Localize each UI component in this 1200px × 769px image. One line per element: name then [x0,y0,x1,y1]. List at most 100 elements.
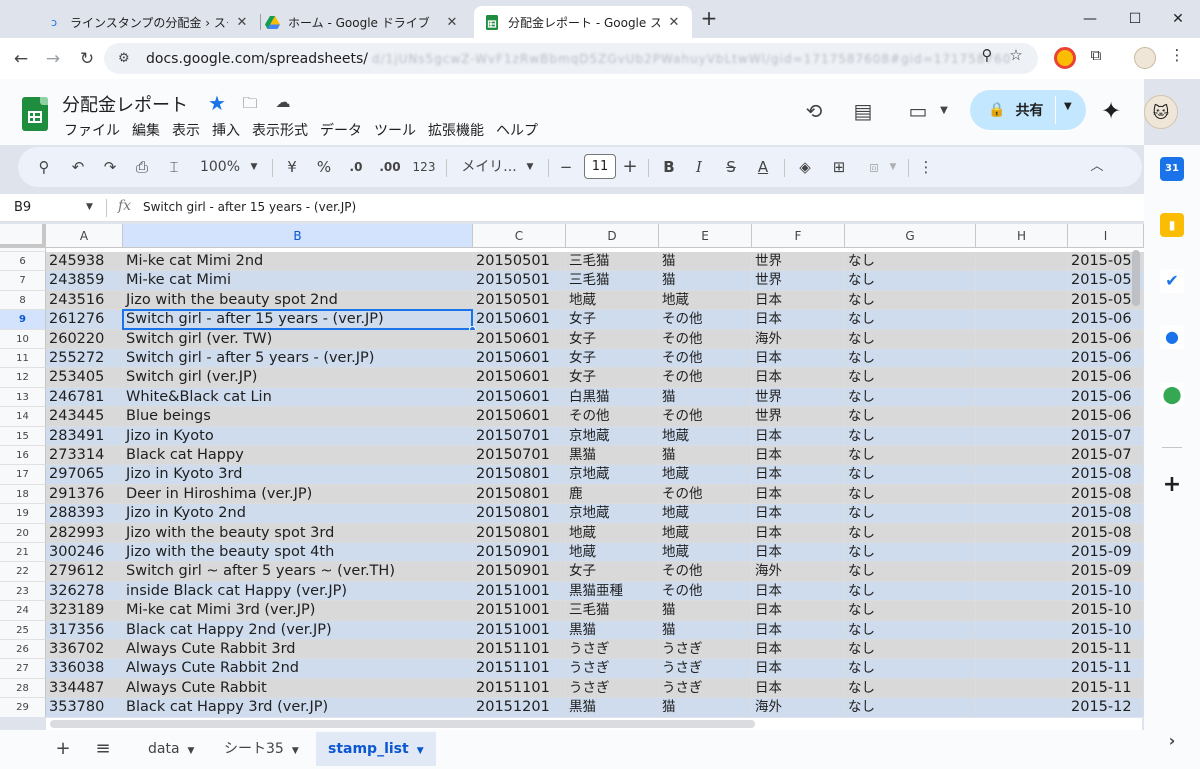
cell-c[interactable]: 20150601 [473,349,566,369]
cell-c[interactable]: 20150701 [473,426,566,446]
cloud-status-icon[interactable]: ☁ [272,93,294,115]
extension-icon[interactable] [1054,47,1076,69]
row-header[interactable]: 8 [0,290,46,311]
cell-d[interactable]: 女子 [566,562,659,582]
chevron-down-icon[interactable]: ▼ [86,202,93,212]
cell-b[interactable]: inside Black cat Happy (ver.JP) [123,581,473,602]
cell-b[interactable]: Blue beings [123,407,473,427]
back-button[interactable]: ← [8,46,34,72]
row-header[interactable]: 19 [0,504,46,524]
cell-f[interactable]: 世界 [752,387,845,408]
cell-b[interactable]: Switch girl (ver.JP) [123,368,473,388]
get-addons-button[interactable]: + [1160,473,1184,497]
row-header[interactable]: 21 [0,543,46,563]
cell-g[interactable]: なし [845,484,976,505]
cell-f[interactable]: 日本 [752,504,845,524]
cell-h[interactable] [976,484,1068,505]
cell-d[interactable]: 京地蔵 [566,426,659,446]
cell-a[interactable]: 261276 [46,310,123,330]
menu-edit[interactable]: 編集 [126,120,166,140]
row-header[interactable]: 25 [0,620,46,640]
add-sheet-button[interactable]: + [52,738,74,759]
select-all-corner[interactable] [0,224,46,248]
cell-a[interactable]: 353780 [46,698,123,717]
cell-e[interactable]: その他 [659,329,752,349]
cell-e[interactable]: 地蔵 [659,426,752,446]
cell-c[interactable]: 20150901 [473,543,566,563]
cell-b[interactable]: Always Cute Rabbit [123,678,473,699]
cell-c[interactable]: 20150901 [473,562,566,582]
cell-a[interactable]: 260220 [46,329,123,349]
sheet-tab-stamp-list[interactable]: stamp_list ▼ [316,732,436,766]
cell-g[interactable]: なし [845,581,976,602]
cell-f[interactable]: 世界 [752,252,845,272]
cell-c[interactable]: 20150701 [473,446,566,466]
cell-a[interactable]: 279612 [46,562,123,582]
cell-e[interactable]: 猫 [659,620,752,640]
cell-e[interactable]: その他 [659,368,752,388]
cell-b[interactable]: Jizo with the beauty spot 3rd [123,523,473,543]
cell-g[interactable]: なし [845,407,976,427]
chevron-down-icon[interactable]: ▼ [930,97,958,125]
vertical-scrollbar[interactable] [1131,248,1141,717]
column-header[interactable]: H [976,224,1068,248]
undo-icon[interactable]: ↶ [66,153,90,181]
cell-g[interactable]: なし [845,465,976,485]
cell-g[interactable]: なし [845,640,976,660]
star-icon[interactable]: ★ [208,91,226,115]
cell-a[interactable]: 291376 [46,484,123,505]
cell-g[interactable]: なし [845,543,976,563]
row-header[interactable]: 27 [0,659,46,679]
cell-d[interactable]: その他 [566,407,659,427]
cell-d[interactable]: うさぎ [566,678,659,699]
cell-h[interactable] [976,581,1068,602]
cell-a[interactable]: 246781 [46,387,123,408]
percent-format-button[interactable]: % [314,153,334,181]
chevron-down-icon[interactable]: ▼ [522,153,538,181]
cell-c[interactable]: 20150801 [473,484,566,505]
cell-f[interactable]: 日本 [752,640,845,660]
zoom-select[interactable]: 100% [198,153,242,181]
cell-a[interactable]: 288393 [46,504,123,524]
cell-a[interactable]: 317356 [46,620,123,640]
cell-b[interactable]: Deer in Hiroshima (ver.JP) [123,484,473,505]
cell-c[interactable]: 20150501 [473,271,566,291]
cell-f[interactable]: 海外 [752,562,845,582]
cell-e[interactable]: 猫 [659,271,752,291]
cell-d[interactable]: 三毛猫 [566,271,659,291]
cell-d[interactable]: 地蔵 [566,543,659,563]
cell-h[interactable] [976,368,1068,388]
cell-h[interactable] [976,310,1068,330]
cell-b[interactable]: Jizo in Kyoto [123,426,473,446]
row-header[interactable]: 6 [0,252,46,272]
cell-d[interactable]: 三毛猫 [566,601,659,621]
cell-f[interactable]: 日本 [752,446,845,466]
cell-f[interactable]: 日本 [752,290,845,311]
increase-decimal-button[interactable]: .00 [374,153,406,181]
font-select[interactable]: メイリ... [456,153,522,181]
cell-f[interactable]: 日本 [752,484,845,505]
menu-extensions[interactable]: 拡張機能 [422,120,490,140]
cell-h[interactable] [976,349,1068,369]
cell-c[interactable]: 20151101 [473,640,566,660]
cell-e[interactable]: 地蔵 [659,504,752,524]
decrease-decimal-button[interactable]: .0 [342,153,370,181]
row-header[interactable]: 17 [0,465,46,485]
cell-b[interactable]: Always Cute Rabbit 2nd [123,659,473,679]
reload-button[interactable]: ↻ [74,46,100,72]
cell-b[interactable]: Jizo with the beauty spot 4th [123,543,473,563]
cell-f[interactable]: 日本 [752,581,845,602]
cell-b[interactable]: Black cat Happy [123,446,473,466]
cell-f[interactable]: 日本 [752,678,845,699]
row-header[interactable]: 10 [0,329,46,349]
collapse-menus-icon[interactable]: ︿ [1084,153,1110,181]
cell-e[interactable]: 地蔵 [659,465,752,485]
cell-e[interactable]: 猫 [659,387,752,408]
cell-b[interactable]: Mi-ke cat Mimi 2nd [123,252,473,272]
strikethrough-icon[interactable]: S [720,153,742,181]
font-size-input[interactable]: 11 [584,154,616,179]
cell-h[interactable] [976,562,1068,582]
italic-icon[interactable]: I [688,153,710,181]
cell-f[interactable]: 日本 [752,543,845,563]
cell-g[interactable]: なし [845,601,976,621]
